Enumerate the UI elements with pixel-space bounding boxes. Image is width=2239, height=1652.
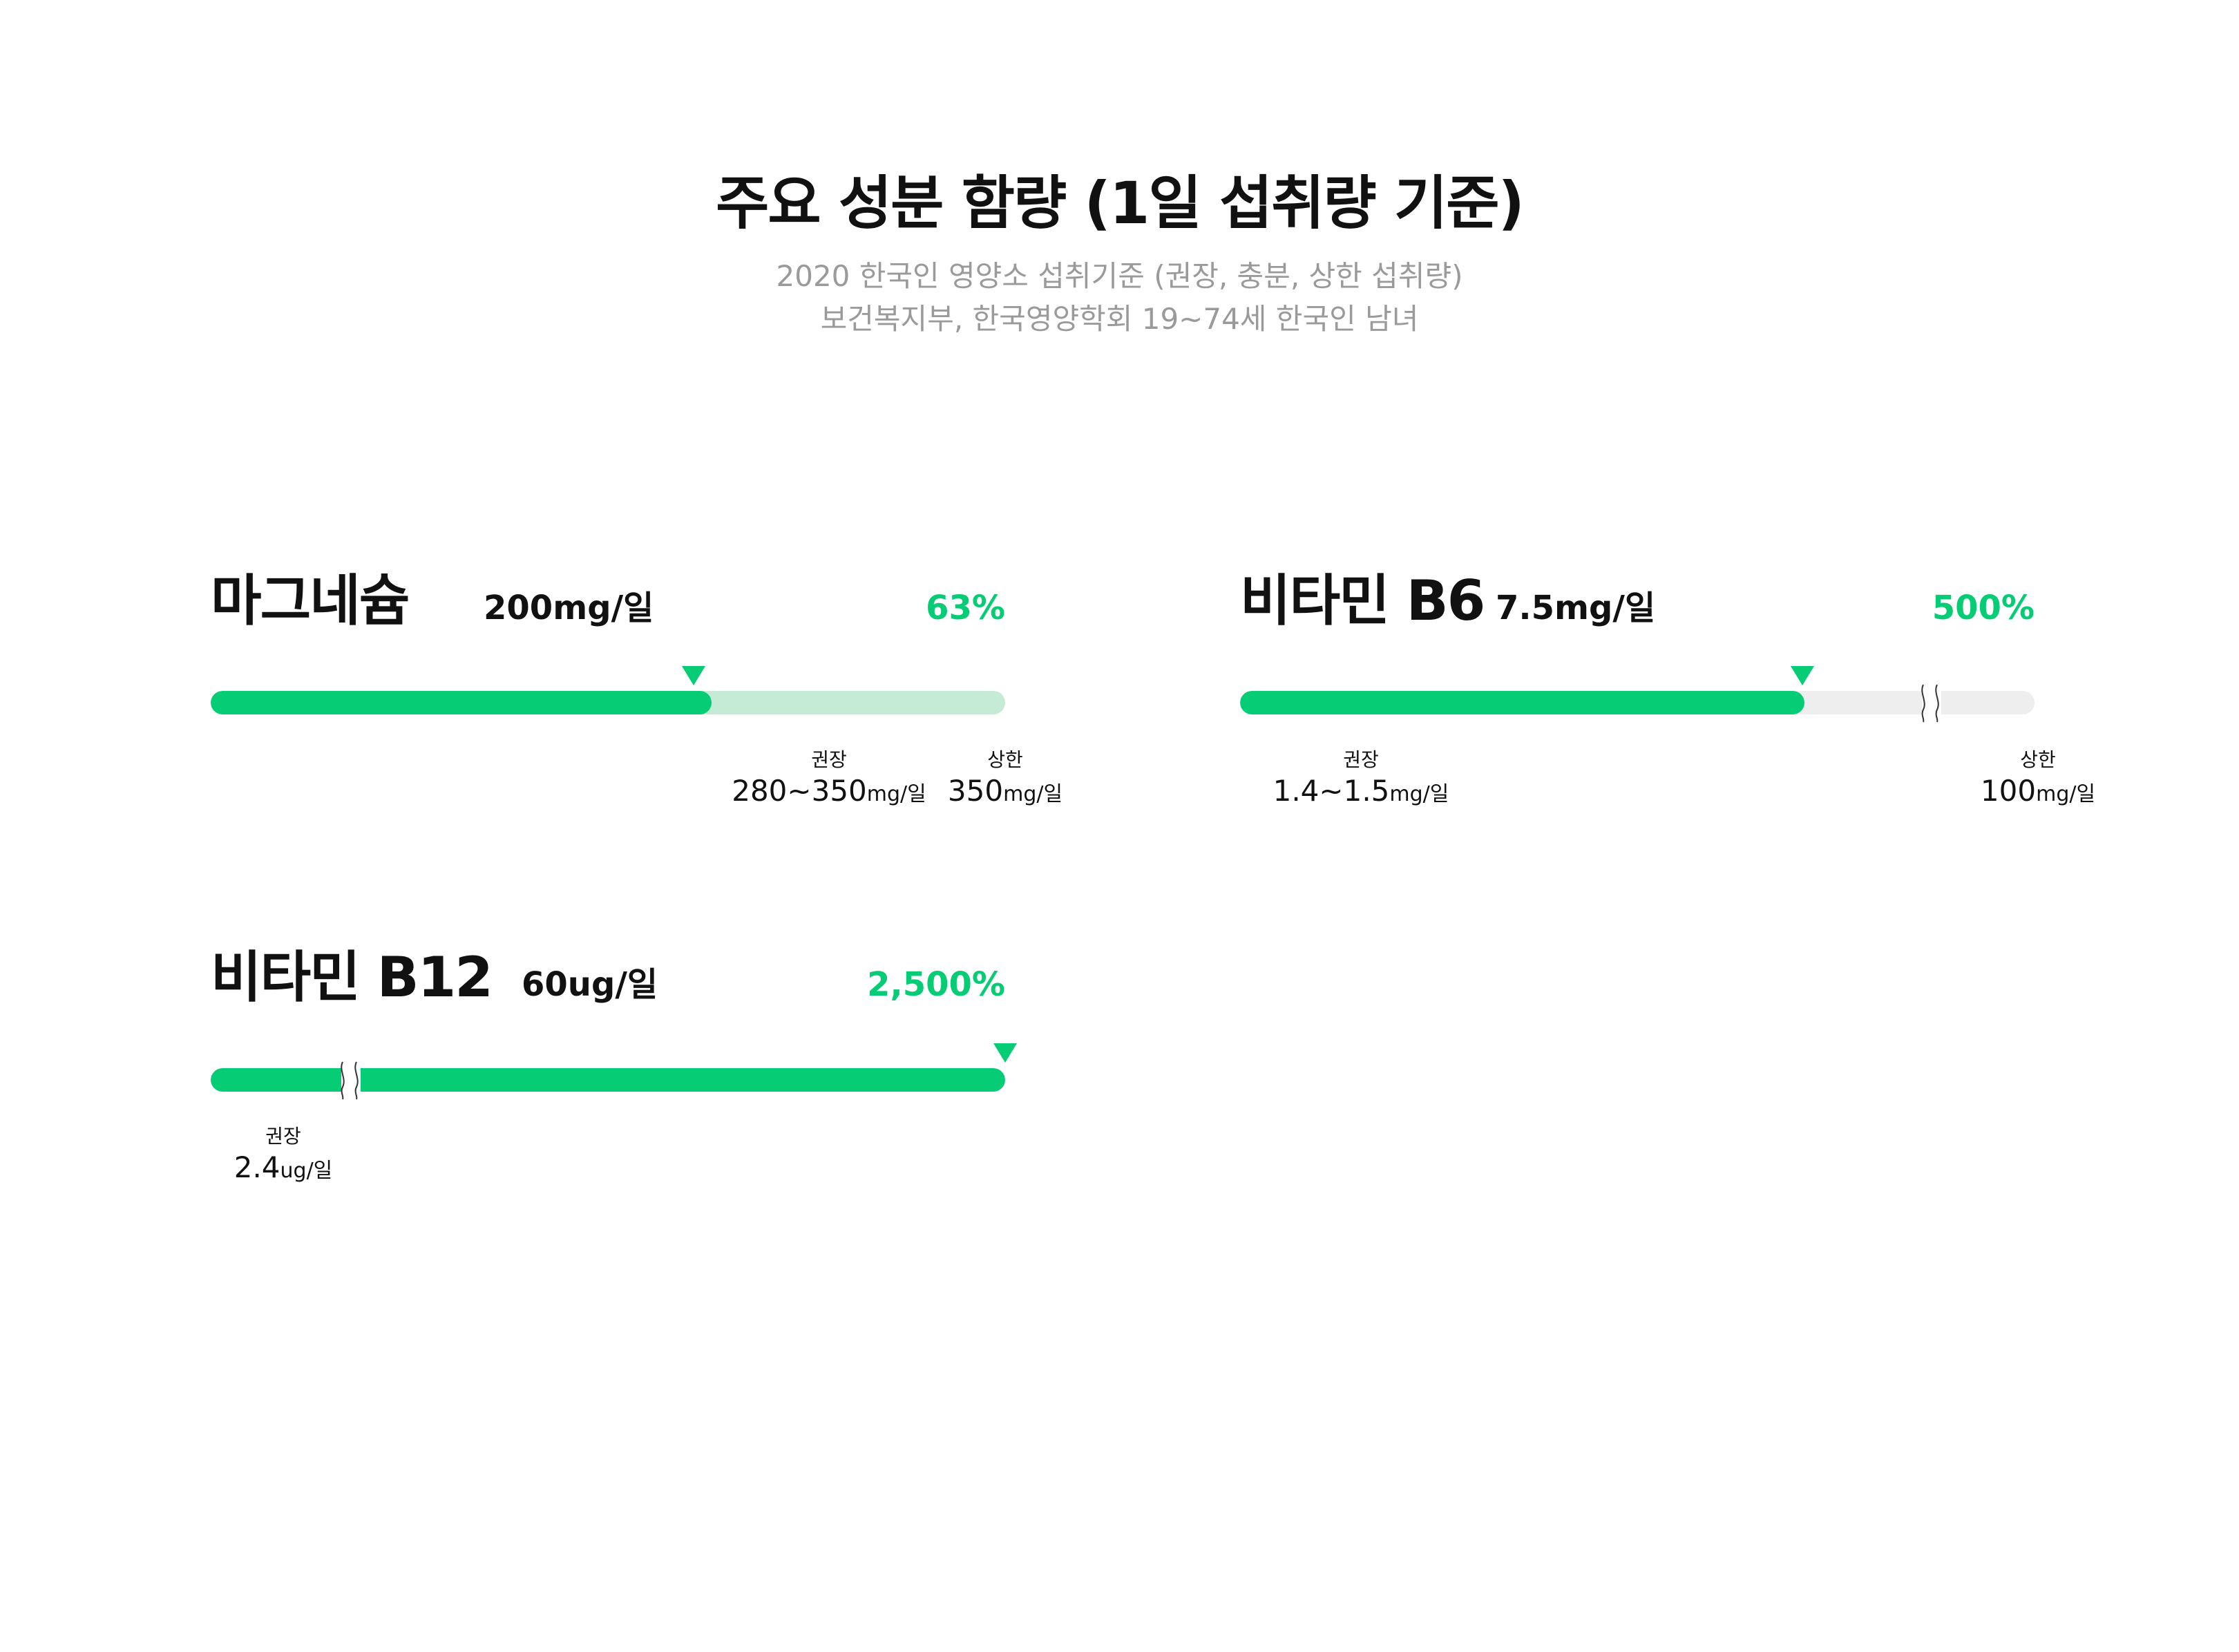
axis-break-icon	[341, 1059, 361, 1101]
page-subtitle-population: 보건복지부, 한국영양학회 19~74세 한국인 남녀	[820, 302, 1419, 336]
reference-label: 상한	[987, 748, 1023, 771]
progress-fill	[211, 1068, 1005, 1092]
nutrient-name: 비타민 B6	[1240, 569, 1485, 633]
reference-upper-limit: 상한 350mg/일	[919, 748, 1092, 810]
nutrient-amount: 7.5mg/일	[1496, 589, 1656, 627]
page-subtitle-source: 2020 한국인 영양소 섭취기준 (권장, 충분, 상한 섭취량)	[776, 259, 1463, 293]
progress-track	[1240, 691, 2035, 714]
nutrient-name: 비타민 B12	[211, 945, 493, 1009]
progress-fill	[1240, 691, 1804, 714]
reference-value: 2.4	[234, 1150, 280, 1184]
reference-recommended: 권장 1.4~1.5mg/일	[1244, 748, 1478, 810]
reference-unit: mg/일	[1389, 782, 1449, 806]
reference-unit: mg/일	[1003, 782, 1063, 806]
nutrient-percent: 63%	[926, 589, 1005, 627]
progress-track	[211, 1068, 1005, 1092]
reference-value: 280~350	[732, 774, 867, 808]
reference-recommended: 권장 2.4ug/일	[200, 1124, 366, 1186]
reference-unit: mg/일	[866, 782, 926, 806]
intake-marker	[1791, 666, 1814, 685]
intake-marker	[993, 1043, 1017, 1063]
progress-track	[211, 691, 1005, 714]
reference-unit: mg/일	[2036, 782, 2096, 806]
reference-label: 상한	[2020, 748, 2056, 771]
reference-label: 권장	[1343, 748, 1379, 771]
nutrient-percent: 500%	[1932, 589, 2035, 627]
page-title: 주요 성분 함량 (1일 섭취량 기준)	[716, 169, 1525, 237]
axis-break-icon	[1921, 682, 1941, 723]
intake-marker	[682, 666, 705, 685]
nutrient-name: 마그네슘	[211, 569, 410, 633]
reference-value: 350	[947, 774, 1004, 808]
progress-fill	[211, 691, 712, 714]
nutrient-amount: 60ug/일	[522, 965, 658, 1004]
nutrient-percent: 2,500%	[867, 965, 1005, 1004]
nutrient-amount: 200mg/일	[484, 589, 654, 627]
reference-value: 1.4~1.5	[1273, 774, 1390, 808]
reference-label: 권장	[265, 1125, 301, 1148]
reference-unit: ug/일	[280, 1159, 333, 1183]
reference-value: 100	[1980, 774, 2037, 808]
reference-upper-limit: 상한 100mg/일	[1955, 748, 2121, 810]
